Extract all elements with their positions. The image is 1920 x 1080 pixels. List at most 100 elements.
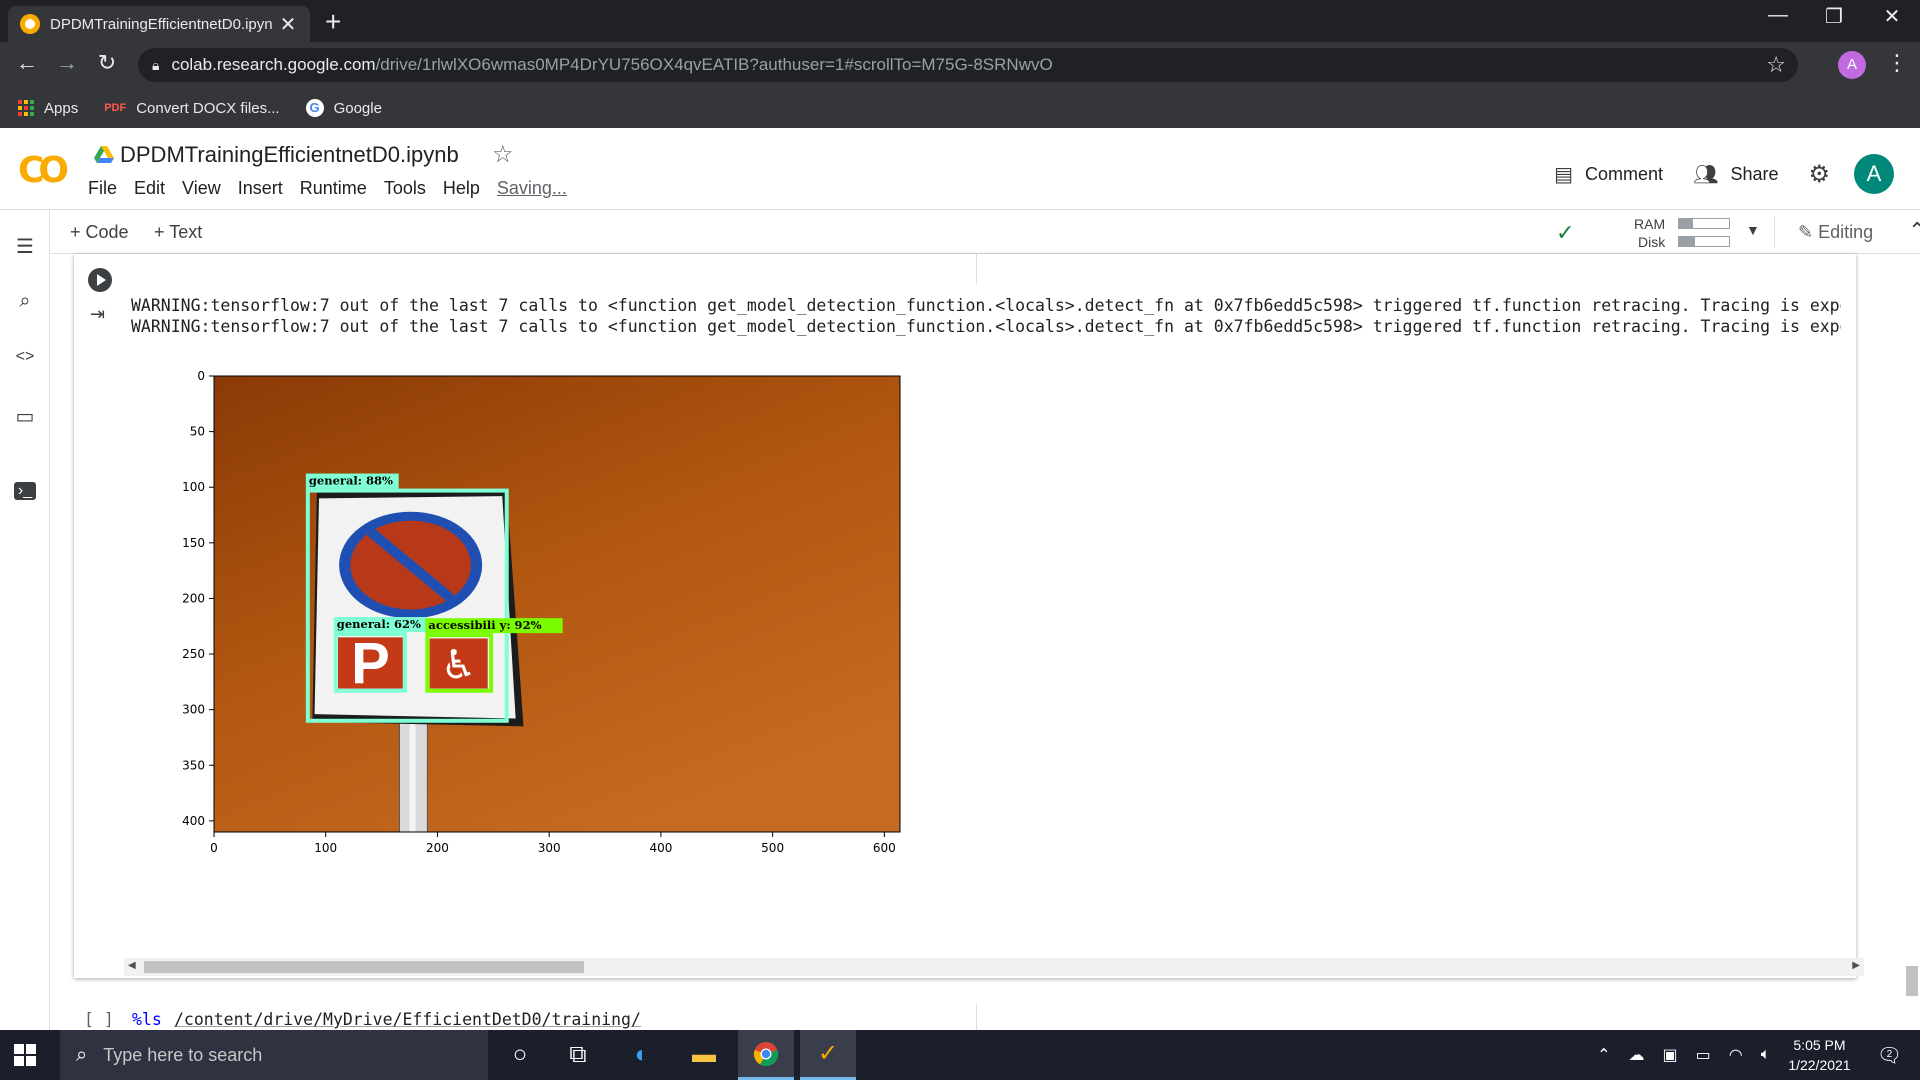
tab-title: DPDMTrainingEfficientnetD0.ipyn xyxy=(50,15,273,33)
plot-image-area: P ♿ xyxy=(214,376,900,833)
table-of-contents-icon[interactable]: ☰ xyxy=(10,234,40,259)
x-tick-label: 200 xyxy=(426,841,449,855)
output-actions-icon[interactable]: ⇥ xyxy=(90,304,105,325)
menu-runtime[interactable]: Runtime xyxy=(300,178,367,199)
google-drive-icon[interactable] xyxy=(94,146,114,164)
terminal-icon[interactable]: ›_ xyxy=(14,482,36,500)
system-clock[interactable]: 5:05 PM 1/22/2021 xyxy=(1788,1035,1850,1075)
search-icon: ⌕ xyxy=(76,1043,88,1066)
bookmark-apps[interactable]: Apps xyxy=(18,100,78,117)
browser-profile-avatar[interactable]: A xyxy=(1838,51,1866,79)
y-tick-label: 350 xyxy=(182,758,205,772)
resources-dropdown-icon[interactable]: ▼ xyxy=(1746,222,1760,238)
star-notebook-icon[interactable]: ☆ xyxy=(492,140,514,169)
cell-execution-bracket[interactable]: [ ] xyxy=(84,1010,114,1029)
search-icon[interactable]: ⌕ xyxy=(10,290,40,313)
browser-tab[interactable]: DPDMTrainingEfficientnetD0.ipyn ✕ xyxy=(8,6,310,42)
edge-browser-icon[interactable]: ◐ xyxy=(614,1030,670,1080)
menu-tools[interactable]: Tools xyxy=(384,178,426,199)
forward-icon[interactable]: → xyxy=(52,50,82,76)
bookmark-label: Google xyxy=(333,99,382,117)
add-text-button[interactable]: + Text xyxy=(154,222,202,243)
address-bar[interactable]: 🔒︎ colab.research.google.com/drive/1rlwl… xyxy=(138,48,1798,82)
menu-file[interactable]: File xyxy=(88,178,117,199)
y-tick-label: 250 xyxy=(182,647,205,661)
chrome-taskbar-icon[interactable] xyxy=(738,1030,794,1080)
y-tick-label: 200 xyxy=(182,591,205,605)
security-icon[interactable]: ▣ xyxy=(1662,1045,1677,1065)
collapse-header-icon[interactable]: ⌃ xyxy=(1908,218,1920,244)
people-icon: 👥︎ xyxy=(1693,163,1719,186)
menu-insert[interactable]: Insert xyxy=(238,178,283,199)
resources-indicator[interactable]: ✓ RAM Disk xyxy=(1556,214,1736,250)
cortana-icon[interactable]: ○ xyxy=(492,1030,548,1080)
x-tick-label: 400 xyxy=(649,841,672,855)
scrollbar-thumb[interactable] xyxy=(144,961,584,973)
taskbar-search-box[interactable]: ⌕ Type here to search xyxy=(60,1030,488,1080)
next-code-cell[interactable]: [ ] %ls /content/drive/MyDrive/Efficient… xyxy=(84,1002,1844,1032)
editing-label: Editing xyxy=(1818,222,1874,242)
comment-button[interactable]: ▤ Comment xyxy=(1554,162,1663,187)
reload-icon[interactable]: ↻ xyxy=(92,50,122,76)
menu-edit[interactable]: Edit xyxy=(134,178,165,199)
new-tab-button[interactable]: + xyxy=(325,6,341,38)
tab-close-icon[interactable]: ✕ xyxy=(278,12,298,37)
y-tick-label: 400 xyxy=(182,814,205,828)
bookmark-label: Convert DOCX files... xyxy=(136,99,280,117)
cell-divider xyxy=(976,254,977,284)
chrome-icon xyxy=(753,1041,779,1066)
share-button[interactable]: 👥︎ Share xyxy=(1693,162,1778,187)
vertical-scrollbar-thumb[interactable] xyxy=(1906,966,1918,996)
notebook-title[interactable]: DPDMTrainingEfficientnetD0.ipynb xyxy=(120,142,459,168)
task-view-icon[interactable]: ⧉ xyxy=(550,1030,606,1080)
code-cell[interactable]: ⇥ WARNING:tensorflow:7 out of the last 7… xyxy=(74,254,1864,978)
menu-bar: File Edit View Insert Runtime Tools Help… xyxy=(88,178,584,199)
editing-mode-button[interactable]: ✎ Editing xyxy=(1798,222,1873,243)
url-path: /drive/1rlwlXO6wmas0MP4DrYU756OX4qvEATIB… xyxy=(375,55,1053,74)
wifi-icon[interactable]: ◠ xyxy=(1729,1045,1743,1065)
window-close-icon[interactable]: ✕ xyxy=(1872,4,1912,29)
browser-menu-icon[interactable]: ⋮ xyxy=(1886,50,1908,76)
scroll-left-icon[interactable]: ◀ xyxy=(128,960,136,971)
settings-button[interactable]: ⚙ xyxy=(1808,160,1830,189)
menu-help[interactable]: Help xyxy=(443,178,480,199)
add-code-button[interactable]: + Code xyxy=(70,222,129,243)
browser-tab-strip: DPDMTrainingEfficientnetD0.ipyn ✕ + — ❐ … xyxy=(0,0,1920,42)
scroll-right-icon[interactable]: ▶ xyxy=(1852,960,1860,971)
back-icon[interactable]: ← xyxy=(12,50,42,76)
battery-icon[interactable]: ▭ xyxy=(1696,1045,1711,1065)
restore-icon[interactable]: ❐ xyxy=(1814,4,1854,29)
y-tick-label: 50 xyxy=(190,425,205,439)
volume-icon[interactable]: 🔈︎ xyxy=(1761,1046,1771,1064)
comment-label: Comment xyxy=(1585,163,1664,184)
file-explorer-icon[interactable]: ▬ xyxy=(676,1030,732,1080)
bookmark-star-icon[interactable]: ☆ xyxy=(1766,52,1786,78)
show-hidden-icons-icon[interactable]: ⌃ xyxy=(1597,1045,1610,1065)
x-tick-label: 500 xyxy=(761,841,784,855)
toolbar-divider xyxy=(1774,216,1775,248)
colab-logo[interactable]: CO xyxy=(18,150,69,191)
output-warning-line: WARNING:tensorflow:7 out of the last 7 c… xyxy=(131,317,1841,336)
bookmark-google[interactable]: G Google xyxy=(305,99,382,117)
app-taskbar-icon[interactable]: ✓ xyxy=(800,1030,856,1080)
notification-center-icon[interactable]: 🗨︎ 2 xyxy=(1877,1043,1902,1068)
detection-label: general: 62% xyxy=(337,617,421,631)
windows-start-icon[interactable] xyxy=(14,1044,36,1066)
code-snippets-icon[interactable]: <> xyxy=(10,348,40,366)
menu-view[interactable]: View xyxy=(182,178,221,199)
run-cell-button[interactable] xyxy=(88,268,112,292)
files-folder-icon[interactable]: ▭ xyxy=(10,404,40,429)
bookmark-convert-docx[interactable]: PDF Convert DOCX files... xyxy=(104,100,279,117)
account-avatar[interactable]: A xyxy=(1854,154,1894,194)
saving-status[interactable]: Saving... xyxy=(497,178,567,199)
detection-plot: P ♿ 0 100 200 300 400 500 600050100150200250300… xyxy=(182,369,901,855)
comment-icon: ▤ xyxy=(1554,163,1574,186)
wheelchair-glyph: ♿ xyxy=(441,643,477,689)
onedrive-cloud-icon[interactable]: ☁ xyxy=(1628,1045,1644,1065)
horizontal-scrollbar[interactable]: ◀ ▶ xyxy=(124,958,1864,976)
x-tick-label: 300 xyxy=(538,841,561,855)
system-tray: ⌃ ☁ ▣ ▭ ◠ 🔈︎ 5:05 PM 1/22/2021 🗨︎ 2 xyxy=(1597,1030,1920,1080)
bookmark-label: Apps xyxy=(44,99,79,117)
minimize-icon[interactable]: — xyxy=(1758,4,1798,27)
windows-taskbar: ⌕ Type here to search ○ ⧉ ◐ ▬ ✓ ⌃ ☁ ▣ ▭ … xyxy=(0,1030,1920,1080)
